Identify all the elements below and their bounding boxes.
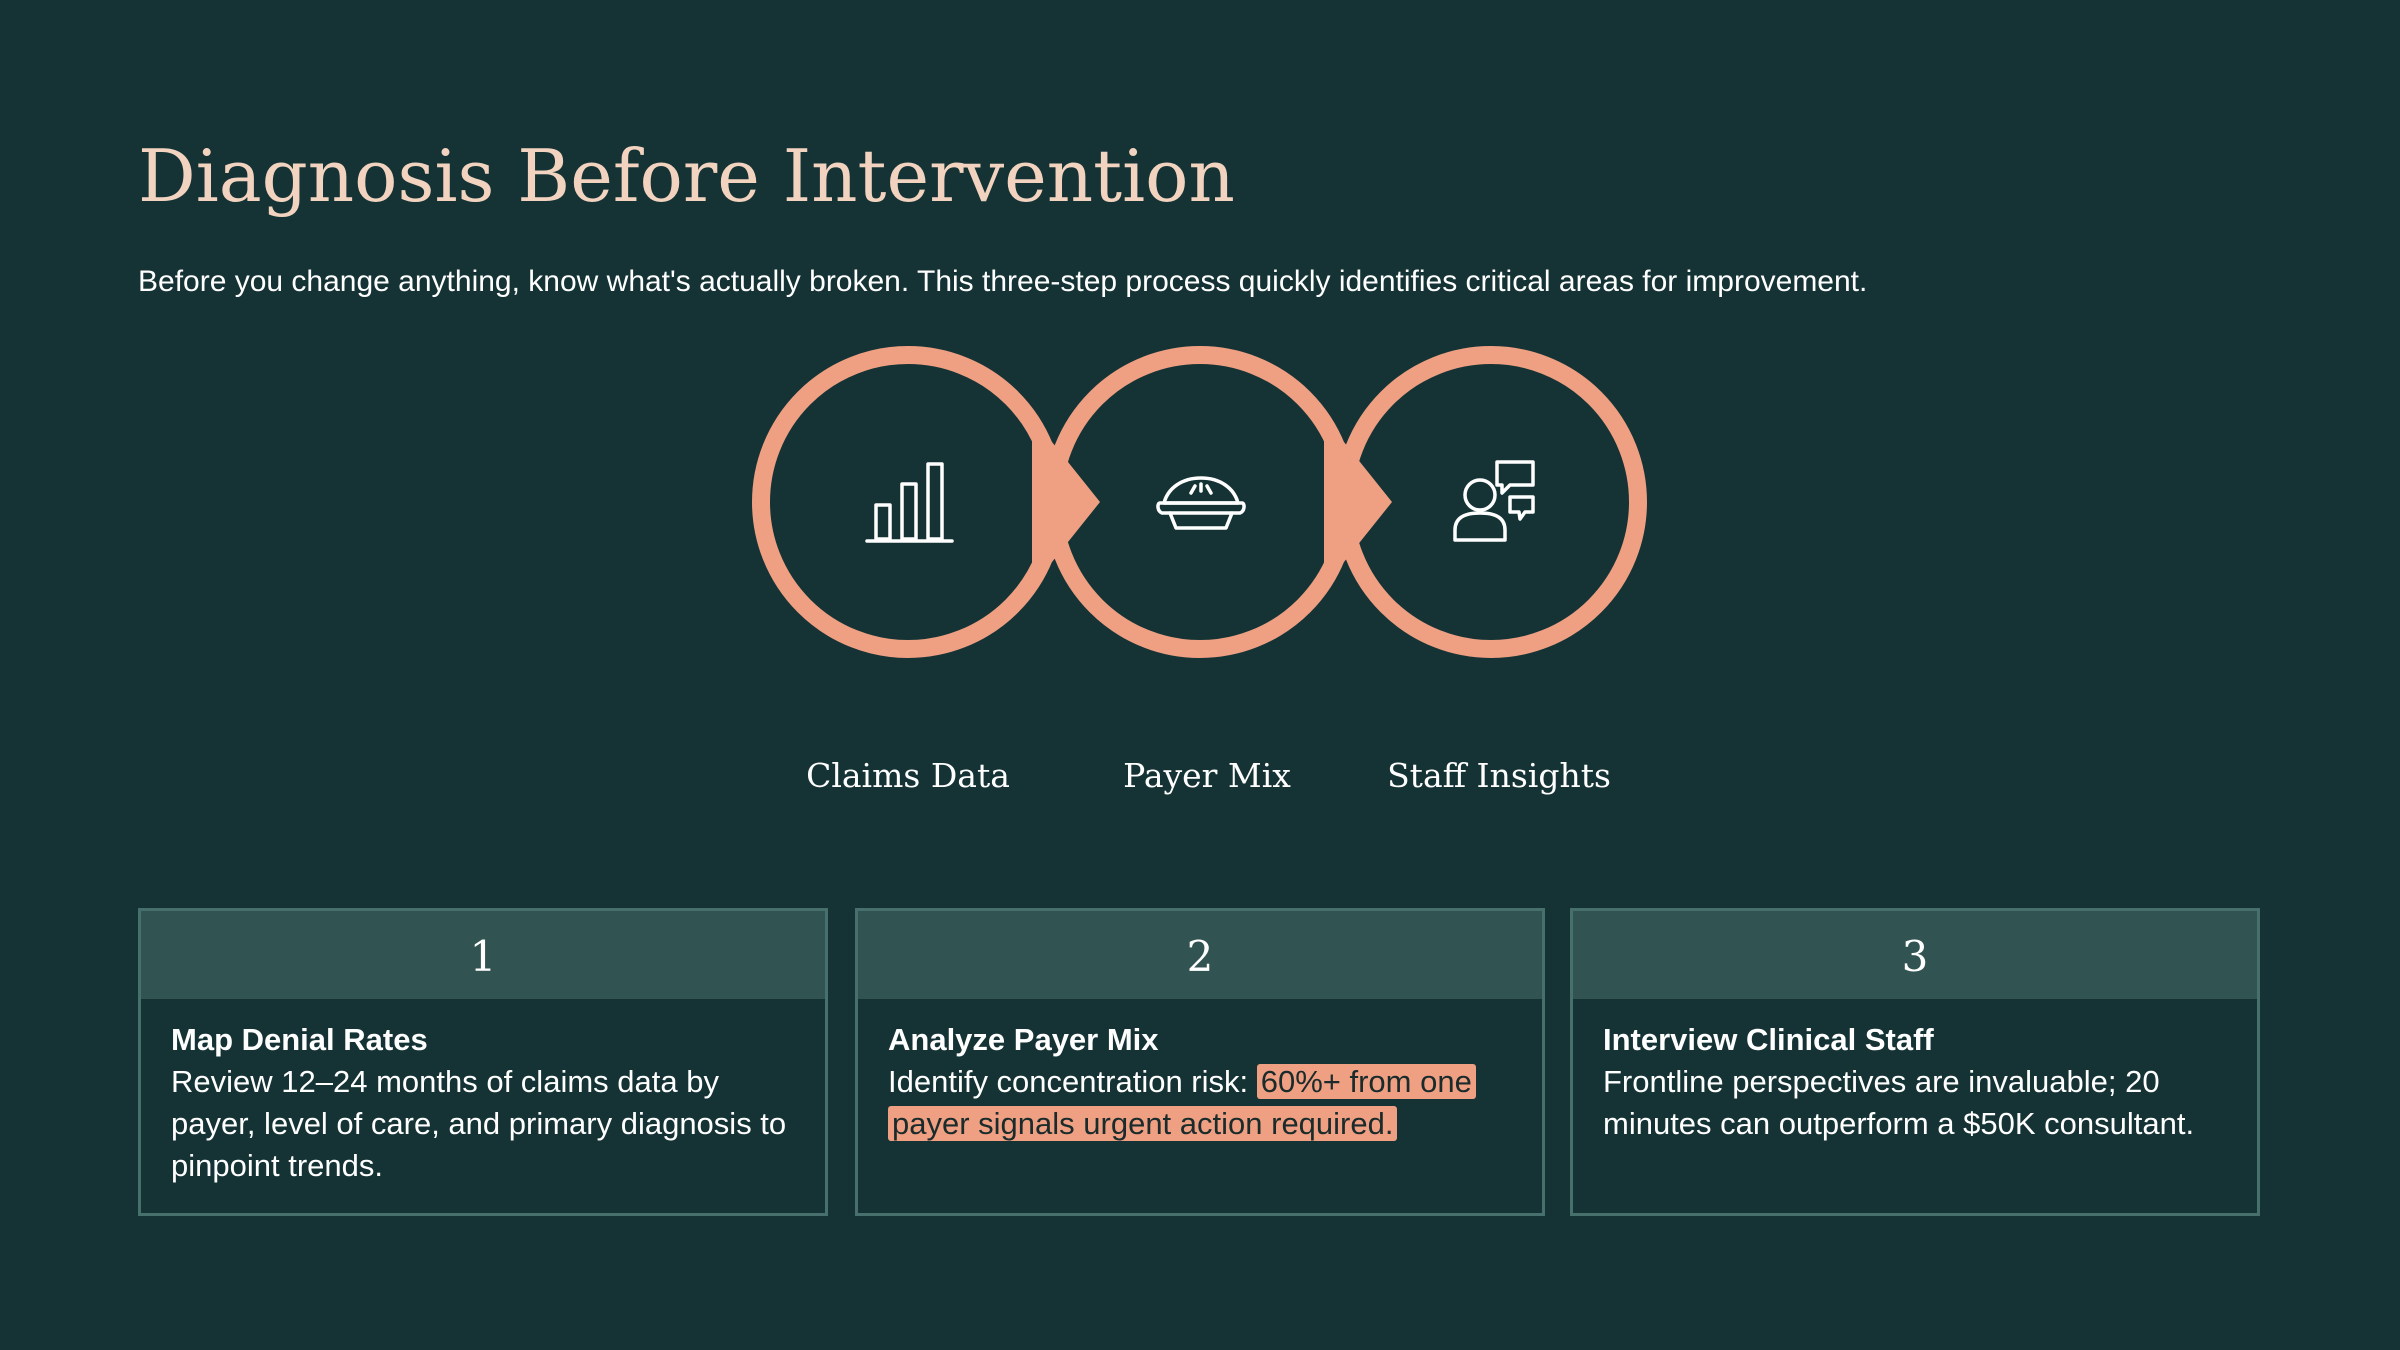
person-chat-icon bbox=[1453, 460, 1535, 542]
card-body: Analyze Payer Mix Identify concentration… bbox=[858, 999, 1542, 1145]
step-1-ring bbox=[752, 346, 1064, 658]
step-card-3: 3 Interview Clinical Staff Frontline per… bbox=[1570, 908, 2260, 1216]
step-card-2: 2 Analyze Payer Mix Identify concentrati… bbox=[855, 908, 1545, 1216]
step-label-payer-mix: Payer Mix bbox=[1123, 756, 1291, 795]
card-title: Interview Clinical Staff bbox=[1603, 1022, 1934, 1057]
card-description: Review 12–24 months of claims data by pa… bbox=[171, 1064, 787, 1183]
card-description: Identify concentration risk: 60%+ from o… bbox=[888, 1061, 1512, 1145]
card-number: 1 bbox=[141, 911, 825, 999]
card-number: 3 bbox=[1573, 911, 2257, 999]
step-label-staff-insights: Staff Insights bbox=[1387, 756, 1611, 795]
pie-icon bbox=[1156, 476, 1246, 530]
card-body: Map Denial Rates Review 12–24 months of … bbox=[141, 999, 825, 1187]
card-description-text: Identify concentration risk: bbox=[888, 1064, 1257, 1099]
card-number: 2 bbox=[858, 911, 1542, 999]
step-card-1: 1 Map Denial Rates Review 12–24 months o… bbox=[138, 908, 828, 1216]
bar-chart-icon bbox=[865, 462, 954, 543]
card-body: Interview Clinical Staff Frontline persp… bbox=[1573, 999, 2257, 1145]
card-title: Analyze Payer Mix bbox=[888, 1022, 1159, 1057]
page-title: Diagnosis Before Intervention bbox=[138, 134, 1235, 218]
process-cycle-diagram bbox=[752, 346, 1647, 658]
card-title: Map Denial Rates bbox=[171, 1022, 428, 1057]
step-label-claims-data: Claims Data bbox=[806, 756, 1010, 795]
card-description: Frontline perspectives are invaluable; 2… bbox=[1603, 1064, 2195, 1141]
page-subtitle: Before you change anything, know what's … bbox=[138, 265, 1868, 298]
